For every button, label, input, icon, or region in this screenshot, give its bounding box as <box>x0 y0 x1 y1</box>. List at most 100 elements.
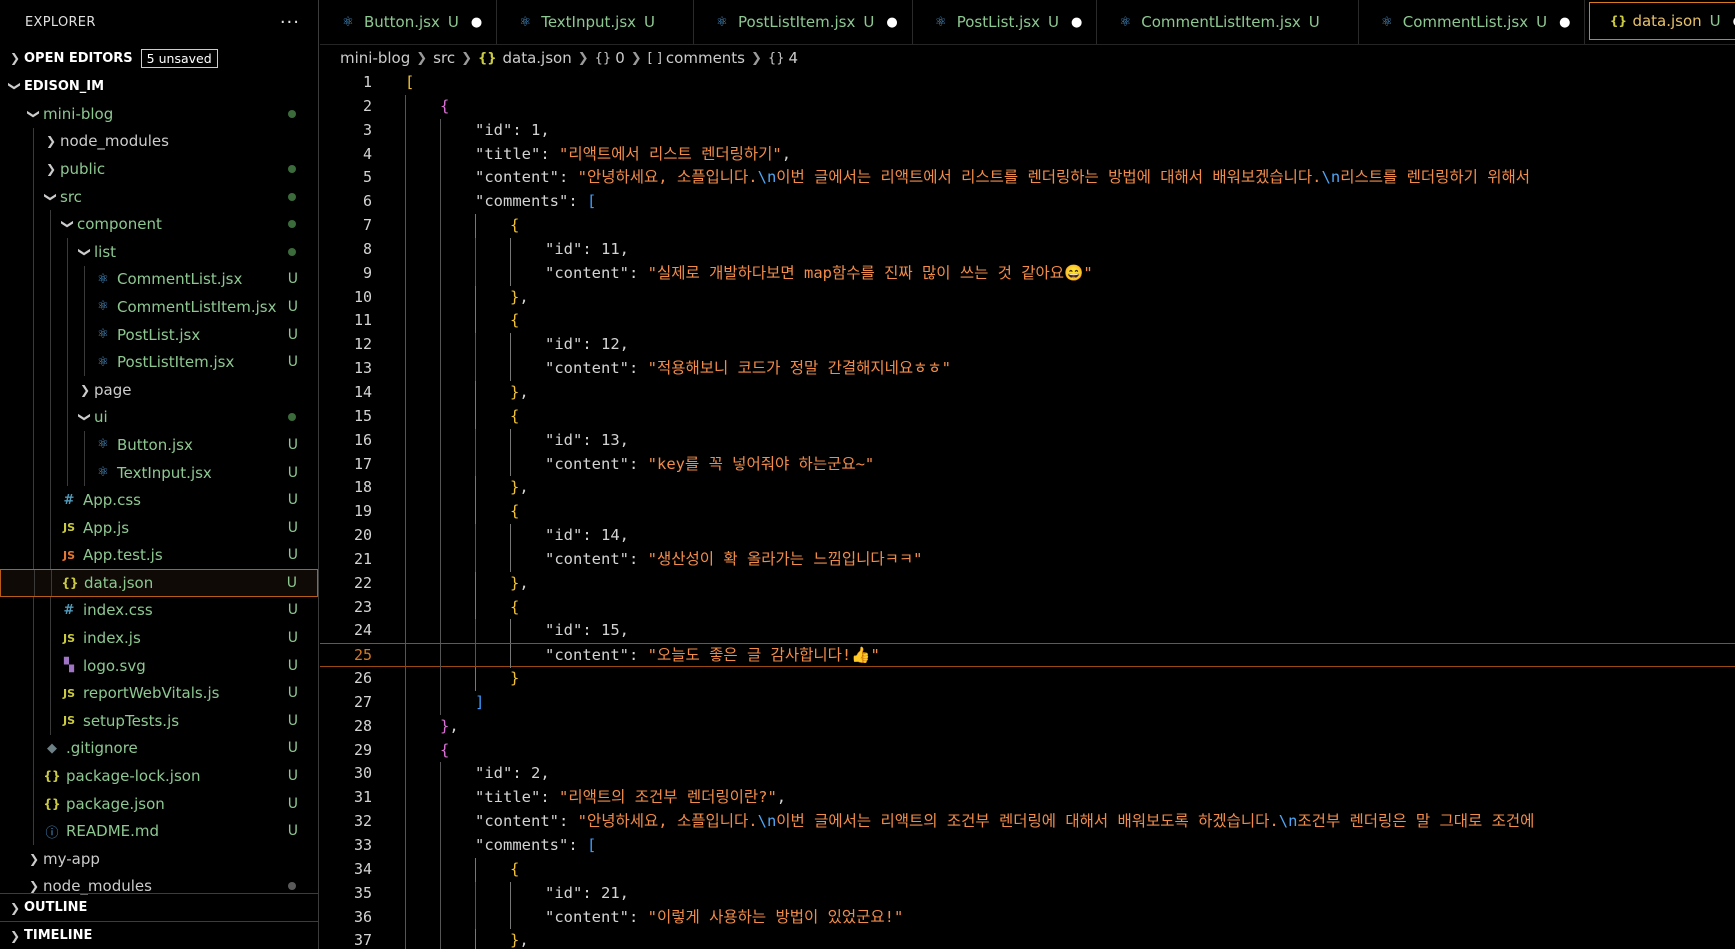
tree-item[interactable]: ◆ .gitignore U <box>0 734 318 763</box>
code-line[interactable]: 36 "content": "이렇게 사용하는 방법이 있었군요!" <box>320 905 1735 930</box>
code-token: : <box>582 239 601 258</box>
breadcrumb-item[interactable]: comments <box>666 49 745 67</box>
untracked-status: U <box>287 740 298 757</box>
breadcrumb-item[interactable]: data.json <box>503 49 572 67</box>
unsaved-dot-icon[interactable]: ● <box>886 15 897 30</box>
code-line[interactable]: 37}, <box>320 929 1735 949</box>
tree-item[interactable]: JS App.js U <box>0 513 318 542</box>
code-line[interactable]: 19 { <box>320 500 1735 525</box>
tree-item[interactable]: JS index.js U <box>0 624 318 652</box>
untracked-status: U <box>287 823 298 840</box>
code-editor[interactable]: 1[2{3 "id": 1, 4 "title": "리액트에서 리스트 렌더링하기"… <box>320 71 1735 949</box>
chevron-right-icon: ❯ <box>28 879 40 894</box>
code-line[interactable]: 3 "id": 1, <box>320 118 1735 143</box>
outline-section[interactable]: ❯ OUTLINE <box>0 893 318 921</box>
tree-item[interactable]: ❯ node_modules <box>0 127 318 156</box>
tree-item[interactable]: ⚛ TextInput.jsx U <box>0 458 318 487</box>
open-editors-section[interactable]: ❯ OPEN EDITORS 5 unsaved <box>0 44 318 72</box>
tree-item[interactable]: ❯ public <box>0 155 318 183</box>
tree-item[interactable]: ⚛ CommentListItem.jsx U <box>0 293 318 321</box>
unsaved-dot-icon[interactable]: ● <box>471 15 482 30</box>
code-line[interactable]: 33 "comments": [ <box>320 834 1735 858</box>
code-line[interactable]: 16 "id": 13, <box>320 428 1735 453</box>
code-line[interactable]: 26} <box>320 667 1735 691</box>
tree-item[interactable]: ▚ logo.svg U <box>0 651 318 680</box>
code-token: , <box>519 478 529 497</box>
code-line[interactable]: 2{ <box>320 94 1735 119</box>
tree-item[interactable]: JS setupTests.js U <box>0 707 318 735</box>
code-line[interactable]: 5 "content": "안녕하세요, 소플입니다.\n이번 글에서는 리액트에… <box>320 166 1735 191</box>
tree-item[interactable]: ❯ list <box>0 237 318 266</box>
tree-item[interactable]: # index.css U <box>0 596 318 625</box>
code-line[interactable]: 20 "id": 14, <box>320 524 1735 548</box>
code-line[interactable]: 29 { <box>320 738 1735 763</box>
code-line[interactable]: 24 "id": 15, <box>320 619 1735 644</box>
code-line[interactable]: 21 "content": "생산성이 확 올라가는 느낌입니다ㅋㅋ" <box>320 547 1735 572</box>
code-token: } <box>510 931 520 949</box>
code-line[interactable]: 9 "content": "실제로 개발하다보면 map함수를 진짜 많이 쓰는 … <box>320 261 1735 286</box>
code-line[interactable]: 25 "content": "오늘도 좋은 글 감사합니다!👍" <box>320 643 1735 669</box>
tree-item[interactable]: ⓘ README.md U <box>0 817 318 846</box>
tab-commentlist-jsx[interactable]: ⚛ CommentList.jsx U ● <box>1359 0 1586 44</box>
code-line[interactable]: 10}, <box>320 285 1735 310</box>
tree-item[interactable]: JS App.test.js U <box>0 541 318 570</box>
tab-postlist-jsx[interactable]: ⚛ PostList.jsx U ● <box>913 0 1098 44</box>
code-line[interactable]: 28}, <box>320 714 1735 739</box>
code-line[interactable]: 32 "content": "안녕하세요, 소플입니다.\n이번 글에서는 리액트… <box>320 810 1735 834</box>
code-line[interactable]: 4 "title": "리액트에서 리스트 렌더링하기", <box>320 142 1735 167</box>
tab-commentlistitem-jsx[interactable]: ⚛ CommentListItem.jsx U <box>1097 0 1359 44</box>
untracked-status: U <box>287 519 298 536</box>
code-line[interactable]: 27] <box>320 690 1735 715</box>
tree-item[interactable]: # App.css U <box>0 486 318 514</box>
tree-item[interactable]: ❯ page <box>0 375 318 404</box>
code-line[interactable]: 1[ <box>320 71 1735 95</box>
code-line[interactable]: 18}, <box>320 476 1735 501</box>
tab-textinput-jsx[interactable]: ⚛ TextInput.jsx U <box>497 0 694 44</box>
unsaved-dot-icon[interactable]: ● <box>1071 15 1082 30</box>
code-line[interactable]: 23 { <box>320 595 1735 620</box>
code-line[interactable]: 11 { <box>320 309 1735 334</box>
code-token: , <box>619 883 630 902</box>
code-line[interactable]: 13 "content": "적용해보니 코드가 정말 간결해지네요ㅎㅎ" <box>320 357 1735 381</box>
code-line[interactable]: 6 "comments": [ <box>320 190 1735 215</box>
tree-item[interactable]: ❯ mini-blog <box>0 100 318 128</box>
code-line[interactable]: 7{ <box>320 214 1735 238</box>
unsaved-dot-icon[interactable]: ● <box>1559 15 1570 30</box>
code-line[interactable]: 17 "content": "key를 꼭 넣어줘야 하는군요~" <box>320 452 1735 477</box>
tree-item[interactable]: ⚛ CommentList.jsx U <box>0 265 318 294</box>
workspace-root[interactable]: ❯ EDISON_IM <box>0 72 318 100</box>
breadcrumb-item[interactable]: src <box>433 49 455 67</box>
tab-label: PostListItem.jsx <box>738 13 856 31</box>
code-line[interactable]: 8 "id": 11, <box>320 237 1735 262</box>
tree-item[interactable]: {} data.json U <box>0 569 318 597</box>
tab-button-jsx[interactable]: ⚛ Button.jsx U ● <box>320 0 498 44</box>
tab-postlistitem-jsx[interactable]: ⚛ PostListItem.jsx U ● <box>694 0 913 44</box>
code-line[interactable]: 34 { <box>320 857 1735 882</box>
timeline-section[interactable]: ❯ TIMELINE <box>0 921 318 949</box>
breadcrumb-item[interactable]: mini-blog <box>340 49 410 67</box>
tree-item[interactable]: ❯ component <box>0 210 318 238</box>
breadcrumb-item[interactable]: 0 <box>615 49 625 67</box>
tree-item[interactable]: ❯ ui <box>0 403 318 432</box>
tree-item[interactable]: {} package-lock.json U <box>0 762 318 790</box>
tree-item[interactable]: ⚛ PostList.jsx U <box>0 320 318 349</box>
tree-item[interactable]: ⚛ Button.jsx U <box>0 431 318 459</box>
tree-item[interactable]: ⚛ PostListItem.jsx U <box>0 348 318 376</box>
more-actions-icon[interactable]: ··· <box>280 12 300 33</box>
code-line[interactable]: 35 "id": 21, <box>320 881 1735 906</box>
tree-item[interactable]: ❯ src <box>0 182 318 211</box>
code-line[interactable]: 12 "id": 12, <box>320 333 1735 358</box>
code-line[interactable]: 30 "id": 2, <box>320 762 1735 787</box>
tree-item[interactable]: {} package.json U <box>0 789 318 818</box>
tree-item[interactable]: ❯ my-app <box>0 845 318 873</box>
tree-item[interactable]: JS reportWebVitals.js U <box>0 679 318 708</box>
untracked-status: U <box>287 354 298 371</box>
unsaved-badge: 5 unsaved <box>140 48 218 68</box>
code-token: "content" <box>545 359 629 378</box>
breadcrumb-item[interactable]: 4 <box>788 49 798 67</box>
code-line[interactable]: 31 "title": "리액트의 조건부 렌더링이란?", <box>320 786 1735 811</box>
tab-data-json[interactable]: {}data.jsonU● <box>1589 2 1735 40</box>
code-line[interactable]: 15 { <box>320 404 1735 429</box>
code-line[interactable]: 22}, <box>320 571 1735 596</box>
code-line[interactable]: 14}, <box>320 380 1735 405</box>
